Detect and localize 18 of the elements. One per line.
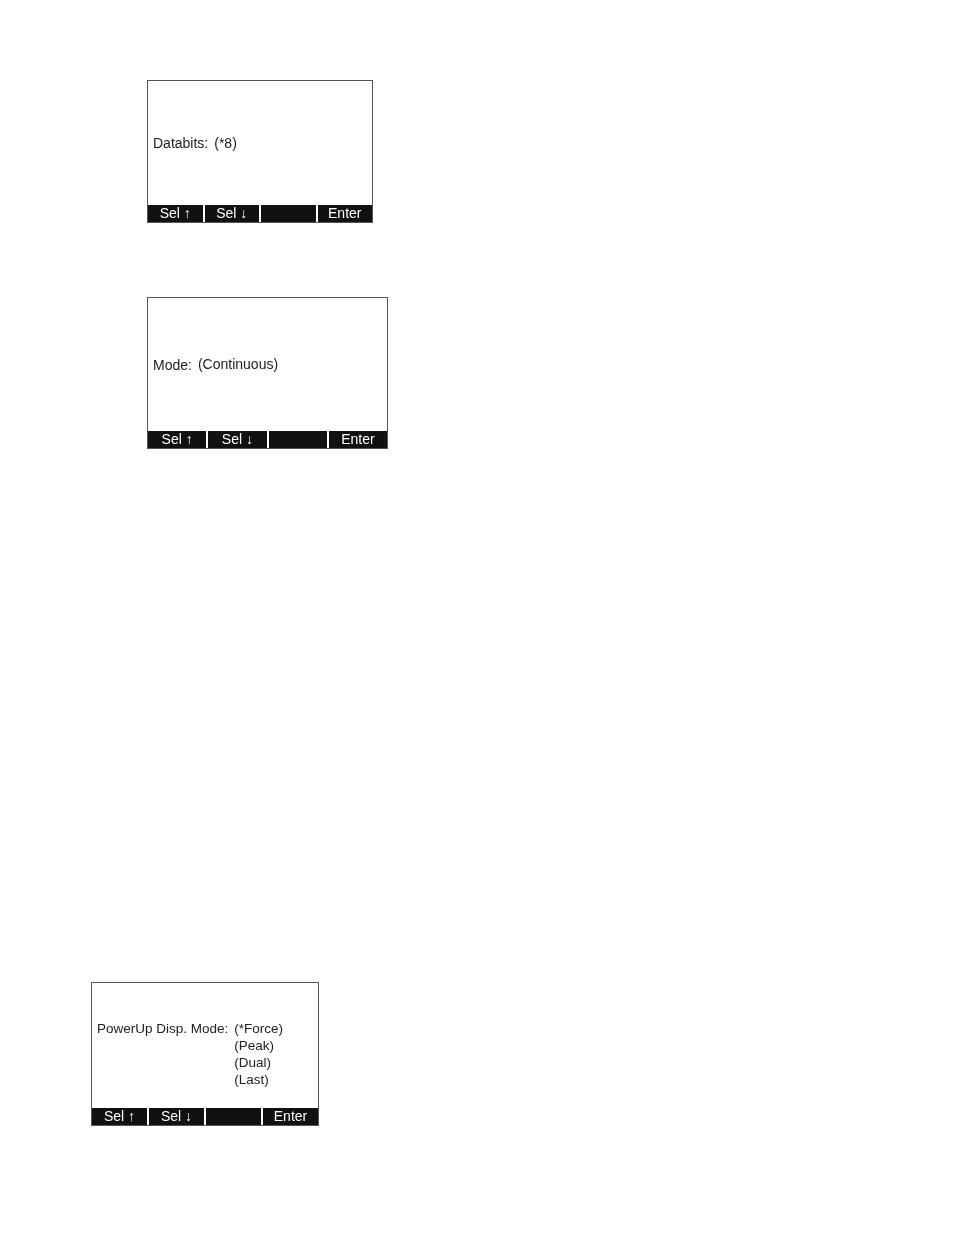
option-text: (Continuous) bbox=[197, 356, 279, 373]
setting-label: Databits: bbox=[153, 135, 209, 151]
softkey[interactable]: Sel ↓ bbox=[202, 205, 259, 222]
softkey[interactable]: Sel ↑ bbox=[148, 431, 207, 448]
option-text: (Dual) bbox=[234, 1054, 273, 1071]
option-text: (*Force) bbox=[234, 1020, 284, 1037]
option-text: (Last) bbox=[234, 1071, 270, 1088]
softkey[interactable]: Enter bbox=[315, 205, 372, 222]
softkey[interactable]: Sel ↓ bbox=[147, 1108, 204, 1125]
softkey[interactable]: Sel ↓ bbox=[206, 431, 267, 448]
setting-label: PowerUp Disp. Mode: bbox=[97, 1020, 229, 1037]
setting-label: Mode: bbox=[153, 356, 192, 373]
softkey[interactable]: Sel ↑ bbox=[148, 205, 203, 222]
option-text: (*8) bbox=[214, 134, 237, 152]
softkey[interactable]: Enter bbox=[326, 431, 387, 448]
option-text: (Peak) bbox=[234, 1037, 276, 1054]
softkey[interactable]: Enter bbox=[261, 1108, 318, 1125]
softkey[interactable]: Sel ↑ bbox=[92, 1108, 147, 1125]
